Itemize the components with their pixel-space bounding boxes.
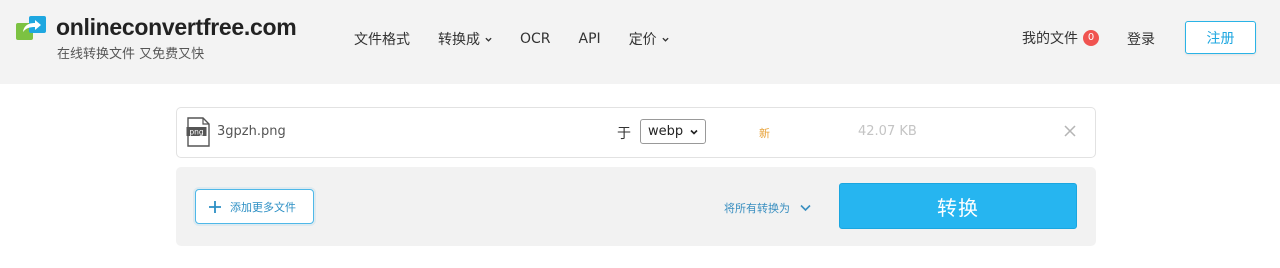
file-icon-text: png xyxy=(189,127,204,136)
close-icon[interactable] xyxy=(1063,124,1077,138)
my-files-link[interactable]: 我的文件 0 xyxy=(1022,28,1099,48)
site-header: onlineconvertfree.com 在线转换文件 又免费又快 文件格式 … xyxy=(0,0,1280,84)
brand-tagline: 在线转换文件 又免费又快 xyxy=(57,47,205,62)
my-files-label: 我的文件 xyxy=(1022,31,1078,47)
nav-item-api[interactable]: API xyxy=(579,31,601,47)
brand-name: onlineconvertfree.com xyxy=(56,14,297,40)
main-nav: 文件格式 转换成 OCR API 定价 xyxy=(354,28,697,50)
chevron-down-icon xyxy=(690,129,698,135)
add-more-files-button[interactable]: 添加更多文件 xyxy=(195,189,314,224)
to-label: 于 xyxy=(617,126,631,142)
logo-icon xyxy=(16,16,46,40)
convert-button[interactable]: 转换 xyxy=(839,183,1077,229)
convert-all-dropdown[interactable]: 将所有转换为 xyxy=(724,200,811,216)
target-format-value: webp xyxy=(648,124,684,139)
file-count-badge: 0 xyxy=(1083,30,1099,46)
convert-all-label: 将所有转换为 xyxy=(724,202,790,215)
nav-item-label: 定价 xyxy=(628,32,657,48)
file-size: 42.07 KB xyxy=(858,124,917,139)
png-file-icon: png xyxy=(186,117,210,147)
login-link[interactable]: 登录 xyxy=(1127,29,1155,49)
action-bar: 添加更多文件 将所有转换为 转换 xyxy=(176,167,1096,246)
nav-item-pricing[interactable]: 定价 xyxy=(629,29,669,49)
nav-item-convert-to[interactable]: 转换成 xyxy=(438,29,492,49)
site-logo[interactable]: onlineconvertfree.com 在线转换文件 又免费又快 xyxy=(14,14,297,62)
file-name: 3gpzh.png xyxy=(217,124,286,139)
add-more-files-label: 添加更多文件 xyxy=(230,200,296,214)
file-row: png 3gpzh.png 于 webp 新 42.07 KB xyxy=(176,107,1096,158)
nav-item-label: API xyxy=(578,31,601,47)
chevron-down-icon xyxy=(485,37,492,42)
register-button[interactable]: 注册 xyxy=(1185,21,1256,54)
file-status: 新 xyxy=(759,127,770,140)
nav-item-label: 文件格式 xyxy=(354,32,410,48)
chevron-down-icon xyxy=(800,204,811,212)
plus-icon xyxy=(209,200,221,213)
nav-item-label: OCR xyxy=(520,31,551,47)
nav-item-file-formats[interactable]: 文件格式 xyxy=(354,29,410,49)
nav-item-ocr[interactable]: OCR xyxy=(520,31,551,47)
target-format-select[interactable]: webp xyxy=(640,119,706,144)
chevron-down-icon xyxy=(662,37,669,42)
nav-item-label: 转换成 xyxy=(438,32,480,48)
